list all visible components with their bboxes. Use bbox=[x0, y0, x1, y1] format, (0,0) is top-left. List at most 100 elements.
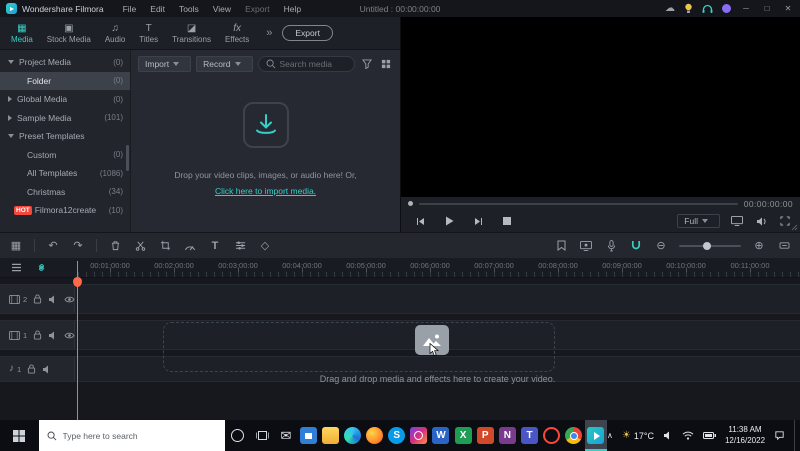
taskbar-app-store[interactable] bbox=[297, 420, 319, 451]
sidebar-item-folder[interactable]: Folder (0) bbox=[0, 72, 130, 91]
lock-track-icon[interactable] bbox=[33, 330, 42, 340]
seek-handle[interactable] bbox=[408, 201, 413, 206]
tab-media[interactable]: ▦ Media bbox=[4, 17, 40, 49]
panel-resize-handle[interactable] bbox=[791, 224, 798, 231]
media-search-input[interactable] bbox=[280, 59, 348, 69]
sidebar-item-custom[interactable]: Custom (0) bbox=[0, 146, 130, 165]
export-button[interactable]: Export bbox=[282, 25, 333, 41]
menu-tools[interactable]: Tools bbox=[179, 4, 199, 14]
text-edit-icon[interactable]: T bbox=[208, 238, 222, 253]
tab-titles[interactable]: T Titles bbox=[132, 17, 165, 49]
account-avatar[interactable] bbox=[722, 4, 731, 13]
media-search-box[interactable] bbox=[258, 56, 356, 72]
sidebar-item-all-templates[interactable]: All Templates (1086) bbox=[0, 164, 130, 183]
manage-tracks-icon[interactable] bbox=[9, 260, 23, 275]
import-dropdown[interactable]: Import bbox=[138, 56, 191, 72]
lock-track-icon[interactable] bbox=[27, 364, 36, 374]
hidden-icons-caret[interactable]: ∧ bbox=[607, 431, 613, 440]
start-button[interactable] bbox=[0, 420, 39, 451]
media-browser-grid-icon[interactable]: ▦ bbox=[9, 238, 23, 253]
taskbar-app-teams[interactable]: T bbox=[518, 420, 540, 451]
zoom-out-icon[interactable]: ⊖ bbox=[654, 238, 668, 253]
preview-zoom-dropdown[interactable]: Full bbox=[677, 214, 720, 228]
marker-icon[interactable] bbox=[554, 238, 568, 253]
hide-track-eye-icon[interactable] bbox=[64, 331, 75, 340]
keyframe-icon[interactable]: ◇ bbox=[258, 238, 272, 253]
maximize-button[interactable]: □ bbox=[761, 4, 773, 13]
taskbar-app-opera[interactable] bbox=[541, 420, 563, 451]
color-adjust-icon[interactable] bbox=[233, 238, 247, 253]
cloud-sync-icon[interactable]: ☁ bbox=[665, 3, 675, 14]
sidebar-scrollbar[interactable] bbox=[126, 145, 129, 171]
menu-edit[interactable]: Edit bbox=[150, 4, 165, 14]
taskbar-app-mail[interactable]: ✉ bbox=[275, 420, 297, 451]
taskbar-app-filmora[interactable] bbox=[585, 420, 607, 451]
sidebar-item-sample-media[interactable]: Sample Media (101) bbox=[0, 109, 130, 128]
minimize-button[interactable]: ─ bbox=[740, 4, 752, 13]
zoom-slider-thumb[interactable] bbox=[703, 242, 711, 250]
hide-track-eye-icon[interactable] bbox=[64, 295, 75, 304]
weather-widget[interactable]: ☀ 17°C bbox=[622, 430, 654, 441]
menu-export[interactable]: Export bbox=[245, 4, 270, 14]
fit-display-icon[interactable] bbox=[730, 214, 744, 228]
taskbar-search-input[interactable] bbox=[63, 431, 217, 441]
screen-record-icon[interactable] bbox=[579, 238, 593, 253]
task-view-button[interactable] bbox=[250, 420, 275, 451]
link-clips-icon[interactable] bbox=[34, 260, 48, 275]
preview-video-area[interactable] bbox=[401, 17, 800, 197]
menu-view[interactable]: View bbox=[213, 4, 231, 14]
timeline-zoom-slider[interactable] bbox=[679, 245, 741, 247]
sidebar-item-preset-templates[interactable]: Preset Templates bbox=[0, 127, 130, 146]
tab-audio[interactable]: ♫ Audio bbox=[98, 17, 132, 49]
action-center-icon[interactable] bbox=[774, 430, 785, 441]
sidebar-item-filmora12create[interactable]: HOT Filmora12create (10) bbox=[0, 201, 130, 220]
show-desktop-button[interactable] bbox=[794, 420, 798, 451]
whats-new-bulb-icon[interactable] bbox=[684, 3, 693, 14]
speed-icon[interactable] bbox=[183, 238, 197, 253]
close-button[interactable]: ✕ bbox=[782, 4, 794, 13]
taskbar-app-instagram[interactable] bbox=[408, 420, 430, 451]
sidebar-item-christmas[interactable]: Christmas (34) bbox=[0, 183, 130, 202]
taskbar-app-skype[interactable]: S bbox=[386, 420, 408, 451]
video-track-2[interactable]: 2 bbox=[0, 284, 800, 314]
undo-icon[interactable]: ↶ bbox=[46, 238, 60, 253]
timeline-dropzone[interactable] bbox=[163, 322, 555, 372]
tab-stock-media[interactable]: ▣ Stock Media bbox=[40, 17, 98, 49]
taskbar-app-onenote[interactable]: N bbox=[496, 420, 518, 451]
record-dropdown[interactable]: Record bbox=[196, 56, 252, 72]
battery-tray-icon[interactable] bbox=[703, 432, 716, 439]
taskbar-app-powerpoint[interactable]: P bbox=[474, 420, 496, 451]
fit-timeline-icon[interactable] bbox=[777, 238, 791, 253]
wifi-tray-icon[interactable] bbox=[682, 431, 694, 440]
timeline-ruler[interactable]: 00:01:00:00 00:02:00:00 00:03:00:00 00:0… bbox=[0, 258, 800, 278]
taskbar-search-box[interactable] bbox=[39, 420, 225, 451]
crop-icon[interactable] bbox=[158, 238, 172, 253]
voiceover-mic-icon[interactable] bbox=[604, 238, 618, 253]
import-media-dropzone[interactable] bbox=[243, 102, 289, 148]
mute-track-icon[interactable] bbox=[48, 331, 58, 340]
auto-ripple-magnet-icon[interactable] bbox=[629, 238, 643, 253]
cortana-button[interactable] bbox=[225, 420, 250, 451]
seek-track[interactable] bbox=[419, 203, 738, 205]
taskbar-clock[interactable]: 11:38 AM 12/16/2022 bbox=[725, 425, 765, 446]
next-frame-button[interactable] bbox=[471, 214, 485, 228]
previous-frame-button[interactable] bbox=[413, 214, 427, 228]
filter-icon[interactable] bbox=[360, 57, 374, 71]
taskbar-app-excel[interactable]: X bbox=[452, 420, 474, 451]
support-headset-icon[interactable] bbox=[702, 4, 713, 14]
lock-track-icon[interactable] bbox=[33, 294, 42, 304]
stop-button[interactable] bbox=[500, 214, 514, 228]
redo-icon[interactable]: ↷ bbox=[71, 238, 85, 253]
taskbar-app-chrome[interactable] bbox=[563, 420, 585, 451]
tab-transitions[interactable]: ◪ Transitions bbox=[165, 17, 218, 49]
more-tabs-chevron-icon[interactable]: » bbox=[266, 27, 272, 39]
zoom-in-icon[interactable]: ⊕ bbox=[752, 238, 766, 253]
fullscreen-icon[interactable] bbox=[778, 214, 792, 228]
menu-help[interactable]: Help bbox=[284, 4, 301, 14]
taskbar-app-firefox[interactable] bbox=[364, 420, 386, 451]
play-button[interactable] bbox=[442, 214, 456, 228]
grid-view-icon[interactable] bbox=[379, 57, 393, 71]
taskbar-app-edge[interactable] bbox=[341, 420, 363, 451]
timeline-tracks-area[interactable]: 2 1 bbox=[0, 278, 800, 420]
volume-tray-icon[interactable] bbox=[663, 431, 673, 440]
